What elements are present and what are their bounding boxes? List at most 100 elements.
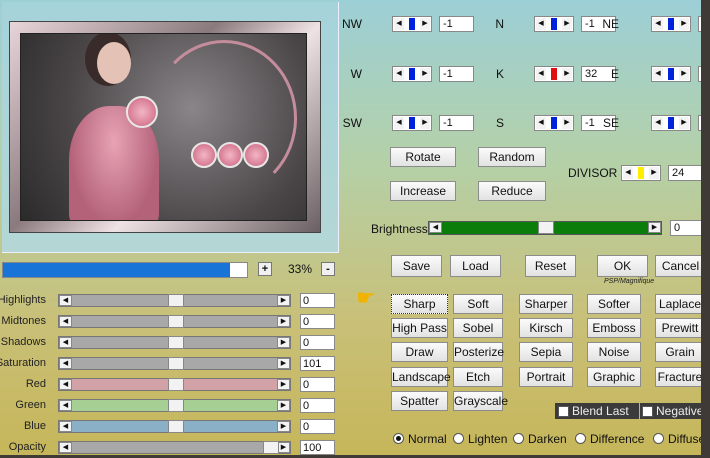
slider-left-arrow[interactable]: ◀ xyxy=(59,379,72,390)
slider-left-arrow[interactable]: ◀ xyxy=(59,400,72,411)
divisor-slider[interactable]: ◀ ▶ xyxy=(621,165,661,181)
filter-button-grain[interactable]: Grain xyxy=(655,342,705,362)
filter-button-sharper[interactable]: Sharper xyxy=(519,294,573,314)
filter-button-portrait[interactable]: Portrait xyxy=(519,367,573,387)
negative-checkbox[interactable] xyxy=(642,406,653,417)
mode-label-diffuse: Diffuse xyxy=(668,432,706,446)
zoom-out-button[interactable]: - xyxy=(321,262,335,276)
slider-track[interactable]: ◀ ▶ xyxy=(58,336,291,349)
filter-button-laplace[interactable]: Laplace xyxy=(655,294,705,314)
slider-label: Shadows xyxy=(0,336,46,348)
matrix-value-sw[interactable]: -1 xyxy=(439,115,474,131)
mode-radio-normal[interactable] xyxy=(393,433,404,444)
filter-button-prewitt[interactable]: Prewitt xyxy=(655,318,705,338)
slider-track[interactable]: ◀ ▶ xyxy=(58,315,291,328)
filter-button-spatter[interactable]: Spatter xyxy=(391,391,448,411)
slider-left-arrow[interactable]: ◀ xyxy=(59,337,72,348)
zoom-in-button[interactable]: + xyxy=(258,262,272,276)
rotate-button[interactable]: Rotate xyxy=(390,147,456,167)
slider-left-arrow[interactable]: ◀ xyxy=(59,358,72,369)
filter-button-sharp[interactable]: Sharp xyxy=(391,294,448,314)
blend-last-checkbox[interactable] xyxy=(558,406,569,417)
slider-left-arrow[interactable]: ◀ xyxy=(59,442,72,453)
pointer-hand-icon: ☛ xyxy=(356,285,376,310)
matrix-value-nw[interactable]: -1 xyxy=(439,16,474,32)
slider-thumb[interactable] xyxy=(167,399,184,412)
reduce-button[interactable]: Reduce xyxy=(478,181,546,201)
slider-thumb[interactable] xyxy=(263,441,279,454)
filter-button-grayscale[interactable]: Grayscale xyxy=(453,391,508,411)
slider-right-arrow[interactable]: ▶ xyxy=(277,337,290,348)
slider-track[interactable]: ◀ ▶ xyxy=(58,441,291,454)
filter-button-draw[interactable]: Draw xyxy=(391,342,448,362)
slider-track[interactable]: ◀ ▶ xyxy=(58,399,291,412)
slider-thumb[interactable] xyxy=(167,420,184,433)
slider-right-arrow[interactable]: ▶ xyxy=(277,316,290,327)
divisor-value[interactable]: 24 xyxy=(668,165,703,181)
increase-button[interactable]: Increase xyxy=(390,181,456,201)
matrix-slider-sw[interactable]: ◀ ▶ xyxy=(392,115,432,131)
slider-thumb[interactable] xyxy=(167,294,184,307)
filter-button-soft[interactable]: Soft xyxy=(453,294,503,314)
slider-value[interactable]: 0 xyxy=(300,377,335,392)
slider-left-arrow[interactable]: ◀ xyxy=(59,421,72,432)
filter-button-posterize[interactable]: Posterize xyxy=(453,342,504,362)
slider-left-arrow[interactable]: ◀ xyxy=(59,295,72,306)
zoom-level: 33% xyxy=(287,262,313,276)
filter-button-softer[interactable]: Softer xyxy=(587,294,641,314)
matrix-slider-k[interactable]: ◀ ▶ xyxy=(534,66,574,82)
matrix-value-w[interactable]: -1 xyxy=(439,66,474,82)
slider-track[interactable]: ◀ ▶ xyxy=(58,378,291,391)
slider-right-arrow[interactable]: ▶ xyxy=(277,400,290,411)
matrix-slider-se[interactable]: ◀ ▶ xyxy=(651,115,691,131)
mode-radio-lighten[interactable] xyxy=(453,433,464,444)
slider-thumb[interactable] xyxy=(167,336,184,349)
cancel-button[interactable]: Cancel xyxy=(655,255,706,277)
brightness-thumb[interactable] xyxy=(538,221,554,234)
filter-button-etch[interactable]: Etch xyxy=(453,367,503,387)
random-button[interactable]: Random xyxy=(478,147,546,167)
slider-right-arrow[interactable]: ▶ xyxy=(277,295,290,306)
matrix-slider-n[interactable]: ◀ ▶ xyxy=(534,16,574,32)
slider-right-arrow[interactable]: ▶ xyxy=(277,358,290,369)
matrix-slider-w[interactable]: ◀ ▶ xyxy=(392,66,432,82)
slider-thumb[interactable] xyxy=(167,357,184,370)
filter-button-graphic[interactable]: Graphic xyxy=(587,367,641,387)
filter-button-high-pass[interactable]: High Pass xyxy=(391,318,448,338)
filter-button-kirsch[interactable]: Kirsch xyxy=(519,318,573,338)
slider-thumb[interactable] xyxy=(167,378,184,391)
slider-value[interactable]: 0 xyxy=(300,335,335,350)
mode-radio-darken[interactable] xyxy=(513,433,524,444)
filter-button-noise[interactable]: Noise xyxy=(587,342,641,362)
slider-value[interactable]: 0 xyxy=(300,314,335,329)
filter-button-sepia[interactable]: Sepia xyxy=(519,342,573,362)
slider-value[interactable]: 0 xyxy=(300,293,335,308)
load-button[interactable]: Load xyxy=(450,255,501,277)
matrix-slider-e[interactable]: ◀ ▶ xyxy=(651,66,691,82)
matrix-slider-nw[interactable]: ◀ ▶ xyxy=(392,16,432,32)
filter-button-landscape[interactable]: Landscape xyxy=(391,367,451,387)
brightness-slider[interactable]: ◀ ▶ xyxy=(428,221,662,235)
slider-value[interactable]: 101 xyxy=(300,356,335,371)
slider-track[interactable]: ◀ ▶ xyxy=(58,357,291,370)
slider-value[interactable]: 100 xyxy=(300,440,335,455)
slider-value[interactable]: 0 xyxy=(300,398,335,413)
slider-track[interactable]: ◀ ▶ xyxy=(58,420,291,433)
reset-button[interactable]: Reset xyxy=(525,255,576,277)
mode-radio-difference[interactable] xyxy=(575,433,586,444)
slider-thumb[interactable] xyxy=(167,315,184,328)
filter-button-sobel[interactable]: Sobel xyxy=(453,318,503,338)
filter-button-emboss[interactable]: Emboss xyxy=(587,318,641,338)
matrix-slider-s[interactable]: ◀ ▶ xyxy=(534,115,574,131)
slider-right-arrow[interactable]: ▶ xyxy=(277,379,290,390)
matrix-slider-ne[interactable]: ◀ ▶ xyxy=(651,16,691,32)
slider-track[interactable]: ◀ ▶ xyxy=(58,294,291,307)
slider-right-arrow[interactable]: ▶ xyxy=(277,421,290,432)
ok-button[interactable]: OK xyxy=(597,255,648,277)
filter-button-fracture[interactable]: Fracture xyxy=(655,367,705,387)
slider-left-arrow[interactable]: ◀ xyxy=(59,316,72,327)
save-button[interactable]: Save xyxy=(391,255,442,277)
mode-radio-diffuse[interactable] xyxy=(653,433,664,444)
brightness-value[interactable]: 0 xyxy=(670,220,705,236)
slider-value[interactable]: 0 xyxy=(300,419,335,434)
